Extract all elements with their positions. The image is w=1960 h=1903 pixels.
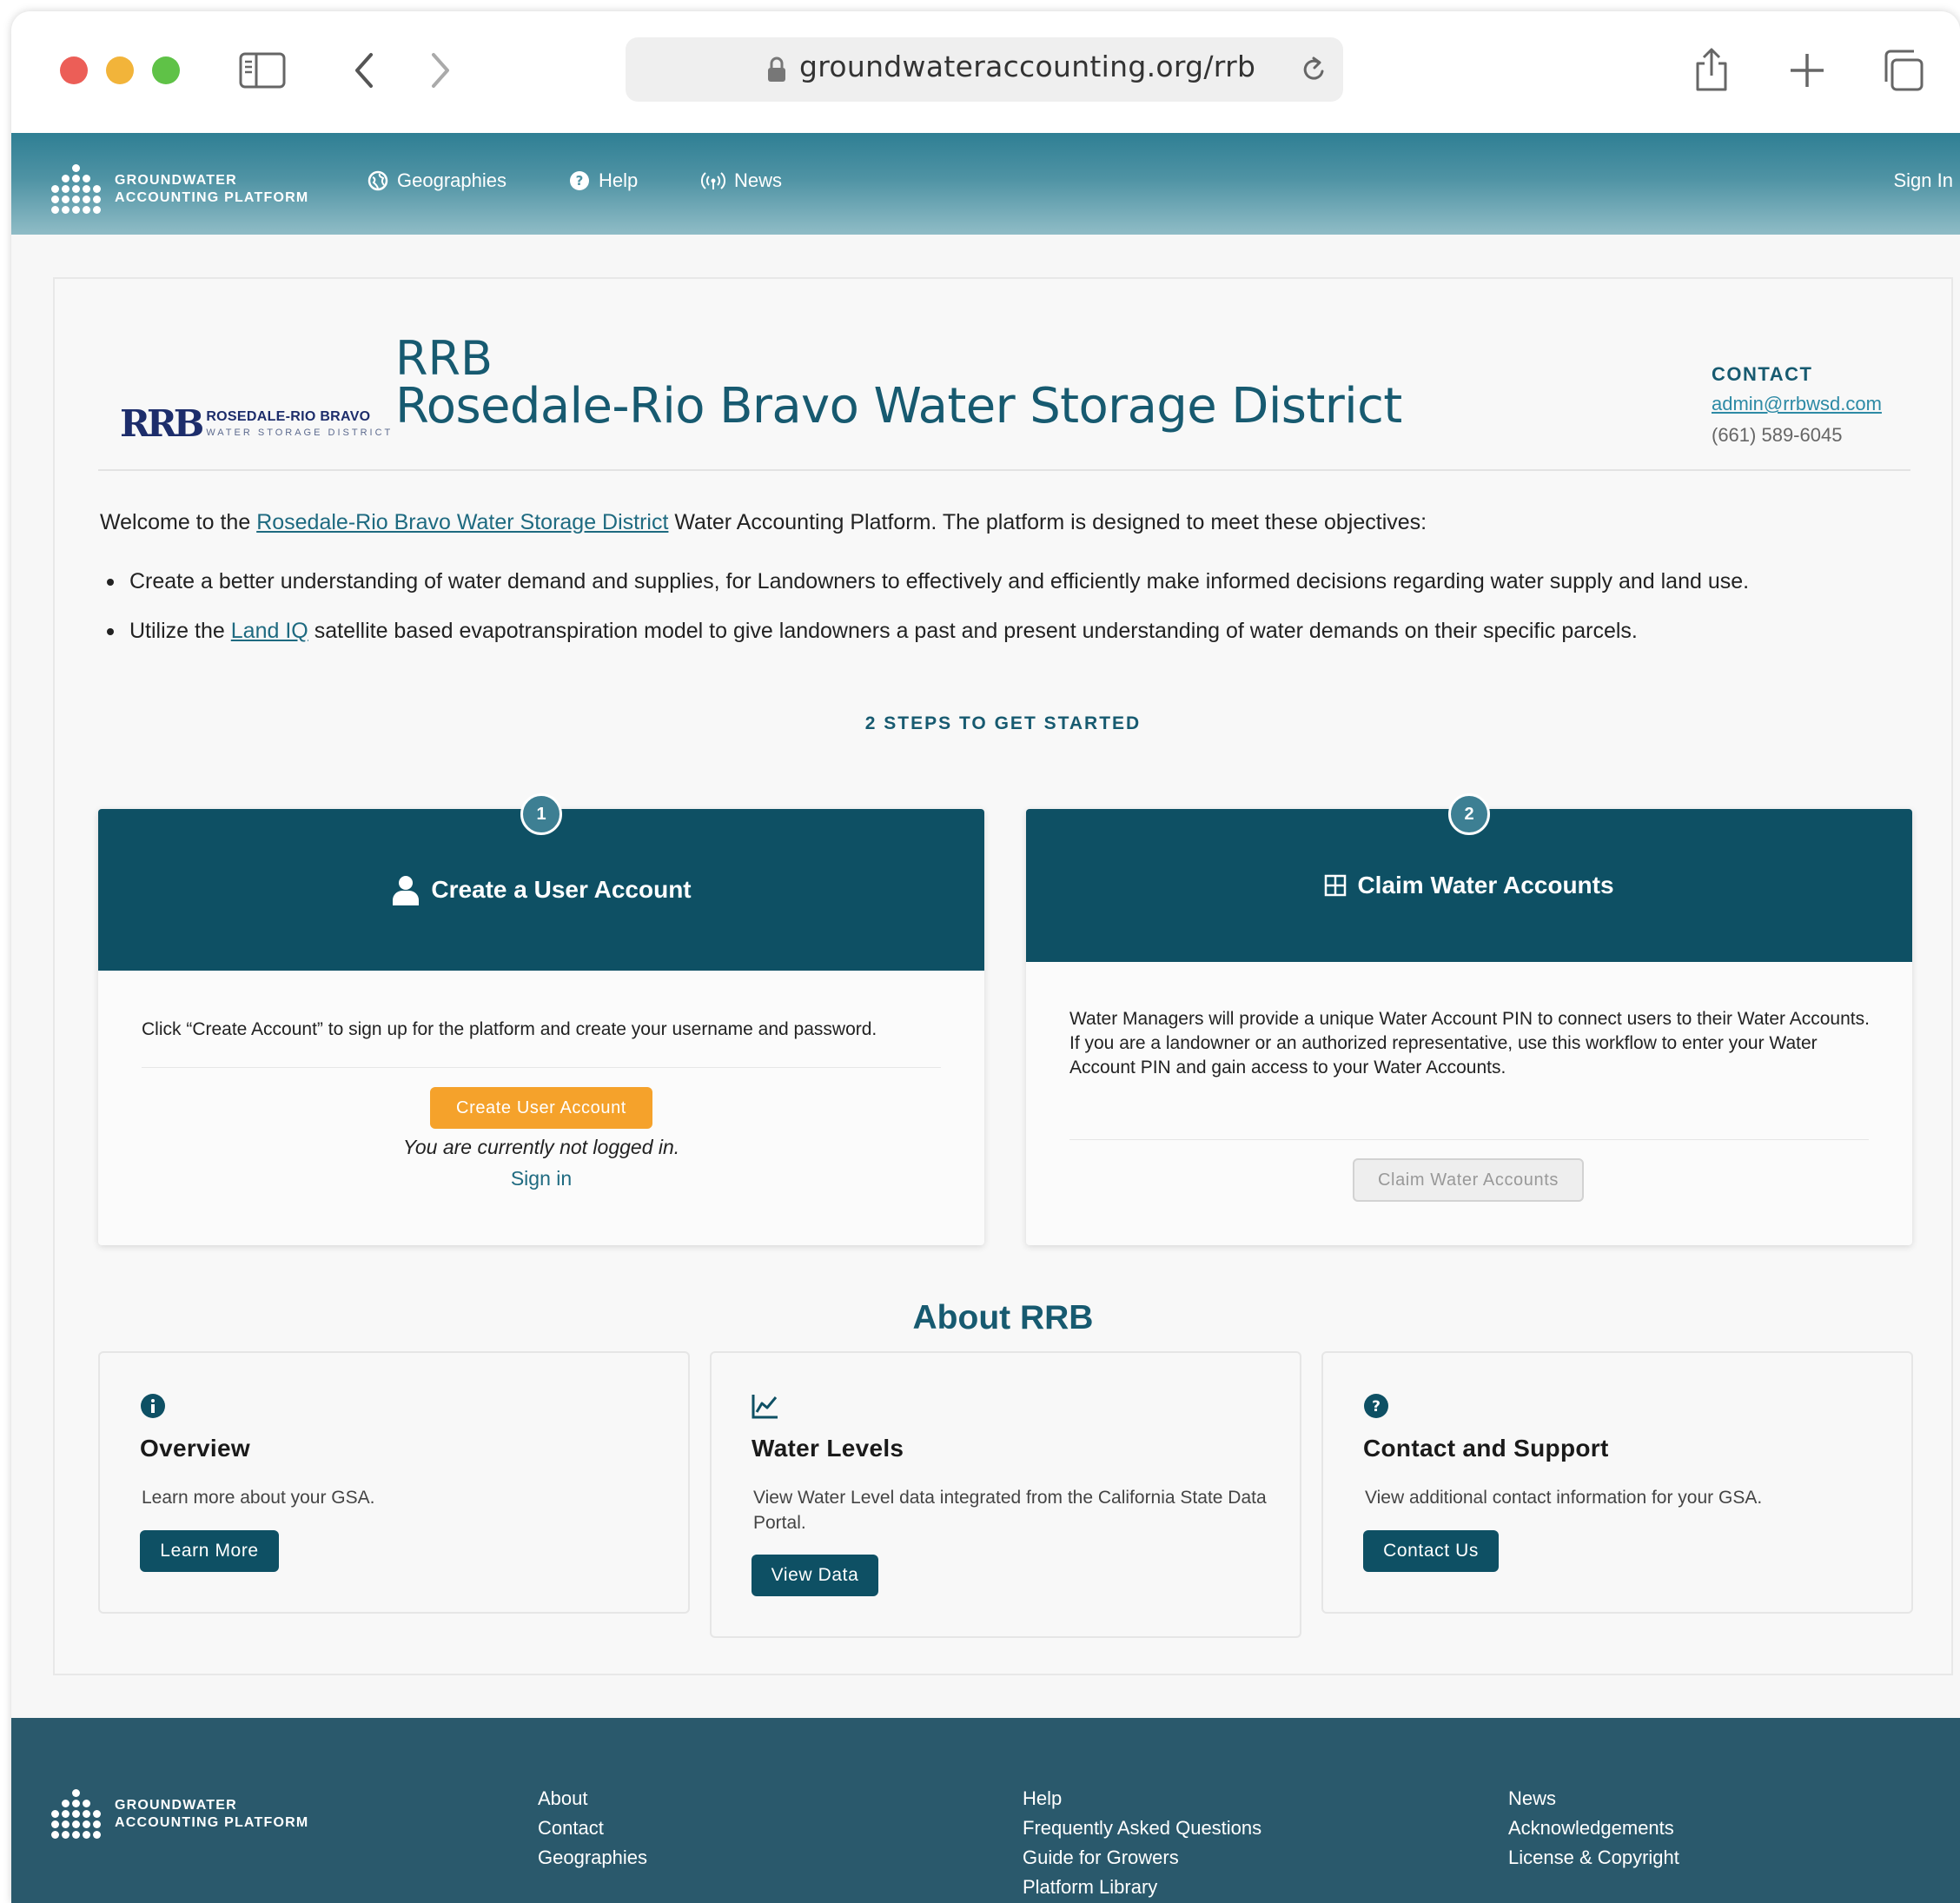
forward-icon[interactable] (427, 50, 453, 91)
district-logo-line2: WATER STORAGE DISTRICT (206, 428, 394, 438)
broadcast-icon (701, 170, 725, 191)
footer-platform-name: GROUNDWATER ACCOUNTING PLATFORM (115, 1797, 309, 1830)
platform-logo[interactable]: GROUNDWATER ACCOUNTING PLATFORM (51, 164, 308, 214)
reload-icon[interactable] (1300, 55, 1328, 89)
footer-link-about[interactable]: About (538, 1784, 647, 1813)
divider (142, 1067, 941, 1068)
steps-heading: 2 STEPS TO GET STARTED (864, 713, 1142, 733)
objective-item: Utilize the Land IQ satellite based evap… (100, 619, 1638, 644)
globe-icon (368, 170, 388, 191)
about-overview-text: Learn more about your GSA. (142, 1488, 375, 1508)
line-chart-icon (752, 1393, 779, 1423)
new-tab-icon[interactable] (1789, 50, 1825, 91)
svg-text:?: ? (1372, 1398, 1381, 1416)
page-title: Rosedale-Rio Bravo Water Storage Distric… (395, 378, 1402, 434)
footer-column-3: News Acknowledgements License & Copyrigh… (1508, 1784, 1679, 1873)
welcome-text: Welcome to the Rosedale-Rio Bravo Water … (100, 510, 1427, 534)
district-logo-line1: ROSEDALE-RIO BRAVO (206, 409, 371, 424)
step-create-account-title: Create a User Account (431, 876, 692, 903)
minimize-window-button[interactable] (106, 56, 134, 84)
district-logo-mark: RRB (120, 402, 204, 445)
footer-link-contact[interactable]: Contact (538, 1813, 647, 1843)
info-icon (140, 1393, 166, 1423)
browser-toolbar: groundwateraccounting.org/rrb (11, 11, 1960, 133)
about-contact-card: ? Contact and Support View additional co… (1321, 1351, 1913, 1614)
lock-icon (766, 56, 787, 88)
land-iq-link[interactable]: Land IQ (231, 619, 308, 644)
nav-geographies[interactable]: Geographies (368, 169, 507, 192)
footer-link-platform-library[interactable]: Platform Library (1023, 1873, 1261, 1902)
step-number-badge: 1 (520, 793, 562, 835)
step-number-badge: 2 (1448, 793, 1490, 835)
claim-water-accounts-button[interactable]: Claim Water Accounts (1353, 1158, 1584, 1202)
objective-item: Create a better understanding of water d… (100, 569, 1749, 594)
question-circle-icon: ? (1363, 1393, 1389, 1423)
step-claim-accounts-card: 2 Claim Water Accounts Water Managers wi… (1026, 793, 1912, 1245)
zoom-window-button[interactable] (152, 56, 180, 84)
nav-news[interactable]: News (701, 169, 782, 192)
view-data-button[interactable]: View Data (752, 1555, 878, 1596)
sign-in-link[interactable]: Sign in (98, 1167, 984, 1190)
contact-us-button[interactable]: Contact Us (1363, 1530, 1499, 1572)
user-icon (391, 874, 420, 905)
footer-link-acknowledgements[interactable]: Acknowledgements (1508, 1813, 1679, 1843)
url-text: groundwateraccounting.org/rrb (799, 50, 1256, 83)
logo-dots-icon (51, 164, 101, 214)
login-status-text: You are currently not logged in. (402, 1136, 680, 1158)
create-user-account-button[interactable]: Create User Account (430, 1087, 652, 1129)
nav-help[interactable]: ? Help (569, 169, 638, 192)
footer-link-geographies[interactable]: Geographies (538, 1843, 647, 1873)
back-icon[interactable] (352, 50, 378, 91)
tab-overview-icon[interactable] (1881, 50, 1924, 91)
district-link[interactable]: Rosedale-Rio Bravo Water Storage Distric… (256, 510, 668, 534)
nav-help-label: Help (599, 169, 639, 191)
footer-column-1: About Contact Geographies (538, 1784, 647, 1873)
footer-link-news[interactable]: News (1508, 1784, 1679, 1813)
site-header: GROUNDWATER ACCOUNTING PLATFORM Geograph… (11, 133, 1960, 235)
footer-link-guide-for-growers[interactable]: Guide for Growers (1023, 1843, 1261, 1873)
sidebar-toggle-icon[interactable] (239, 50, 286, 91)
site-footer: GROUNDWATER ACCOUNTING PLATFORM About Co… (11, 1718, 1960, 1903)
about-contact-title: Contact and Support (1363, 1435, 1609, 1462)
footer-link-help[interactable]: Help (1023, 1784, 1261, 1813)
table-icon (1324, 874, 1347, 897)
footer-platform-logo[interactable]: GROUNDWATER ACCOUNTING PLATFORM (51, 1789, 308, 1839)
logo-dots-icon (51, 1789, 101, 1839)
about-contact-text: View additional contact information for … (1365, 1488, 1763, 1508)
about-water-levels-card: Water Levels View Water Level data integ… (710, 1351, 1301, 1638)
address-bar[interactable]: groundwateraccounting.org/rrb (626, 37, 1343, 102)
question-circle-icon: ? (569, 170, 590, 191)
step-claim-accounts-title: Claim Water Accounts (1357, 872, 1614, 898)
contact-phone: (661) 589-6045 (1712, 424, 1843, 446)
about-water-levels-title: Water Levels (752, 1435, 904, 1462)
district-logo: RRB ROSEDALE-RIO BRAVO WATER STORAGE DIS… (120, 402, 393, 445)
svg-text:?: ? (576, 173, 584, 189)
nav-geographies-label: Geographies (397, 169, 507, 191)
footer-column-2: Help Frequently Asked Questions Guide fo… (1023, 1784, 1261, 1902)
share-icon[interactable] (1692, 48, 1731, 91)
sign-in-link[interactable]: Sign In (1894, 169, 1954, 192)
about-water-levels-text: View Water Level data integrated from th… (753, 1488, 1267, 1533)
footer-link-faq[interactable]: Frequently Asked Questions (1023, 1813, 1261, 1843)
step-claim-accounts-text: Water Managers will provide a unique Wat… (1069, 1009, 1870, 1077)
main-content: RRB ROSEDALE-RIO BRAVO WATER STORAGE DIS… (53, 277, 1953, 1675)
step-create-account-card: 1 Create a User Account Click “Create Ac… (98, 793, 984, 1245)
close-window-button[interactable] (60, 56, 88, 84)
divider (1069, 1139, 1869, 1140)
contact-email-link[interactable]: admin@rrbwsd.com (1712, 393, 1882, 415)
about-overview-card: Overview Learn more about your GSA. Lear… (98, 1351, 690, 1614)
step-create-account-text: Click “Create Account” to sign up for th… (142, 1019, 877, 1039)
footer-link-license[interactable]: License & Copyright (1508, 1843, 1679, 1873)
contact-label: CONTACT (1712, 363, 1813, 385)
about-overview-title: Overview (140, 1435, 250, 1462)
about-heading: About RRB (912, 1299, 1094, 1336)
header-divider (98, 469, 1910, 471)
nav-news-label: News (734, 169, 783, 191)
learn-more-button[interactable]: Learn More (140, 1530, 279, 1572)
platform-name: GROUNDWATER ACCOUNTING PLATFORM (115, 172, 309, 205)
browser-window: groundwateraccounting.org/rrb GROUNDWATE… (11, 11, 1960, 1903)
